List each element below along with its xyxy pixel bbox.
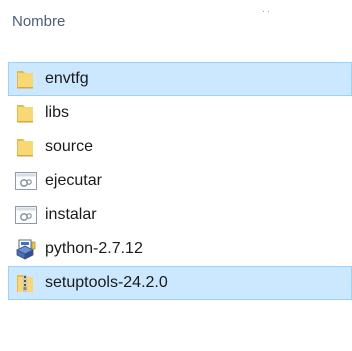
list-item-ejecutar[interactable]: ejecutar bbox=[0, 164, 352, 198]
file-list: envtfg libs source ejecutar instalar pyt… bbox=[0, 62, 352, 300]
file-explorer-window: Nombre ·· envtfg libs source ejecutar in… bbox=[0, 0, 352, 351]
file-name: envtfg bbox=[45, 70, 89, 87]
file-name: instalar bbox=[45, 206, 97, 223]
list-item-envtfg[interactable]: envtfg bbox=[8, 62, 352, 96]
folder-icon bbox=[15, 136, 37, 158]
batch-file-icon bbox=[15, 170, 37, 192]
batch-file-icon bbox=[15, 204, 37, 226]
list-item-setuptools[interactable]: setuptools-24.2.0 bbox=[8, 266, 352, 300]
column-resize-grip[interactable]: ·· bbox=[262, 6, 272, 16]
list-item-instalar[interactable]: instalar bbox=[0, 198, 352, 232]
file-name: ejecutar bbox=[45, 172, 102, 189]
folder-icon bbox=[15, 102, 37, 124]
file-name: source bbox=[45, 138, 94, 155]
column-header-name[interactable]: Nombre bbox=[12, 9, 65, 35]
file-name: libs bbox=[45, 104, 70, 121]
installer-package-icon bbox=[15, 238, 37, 260]
file-name: python-2.7.12 bbox=[45, 240, 143, 257]
list-item-libs[interactable]: libs bbox=[0, 96, 352, 130]
file-name: setuptools-24.2.0 bbox=[45, 274, 168, 291]
list-item-source[interactable]: source bbox=[0, 130, 352, 164]
folder-icon bbox=[15, 68, 37, 90]
list-item-python[interactable]: python-2.7.12 bbox=[0, 232, 352, 266]
zip-folder-icon bbox=[15, 272, 37, 294]
column-header-label: Nombre bbox=[12, 13, 66, 30]
